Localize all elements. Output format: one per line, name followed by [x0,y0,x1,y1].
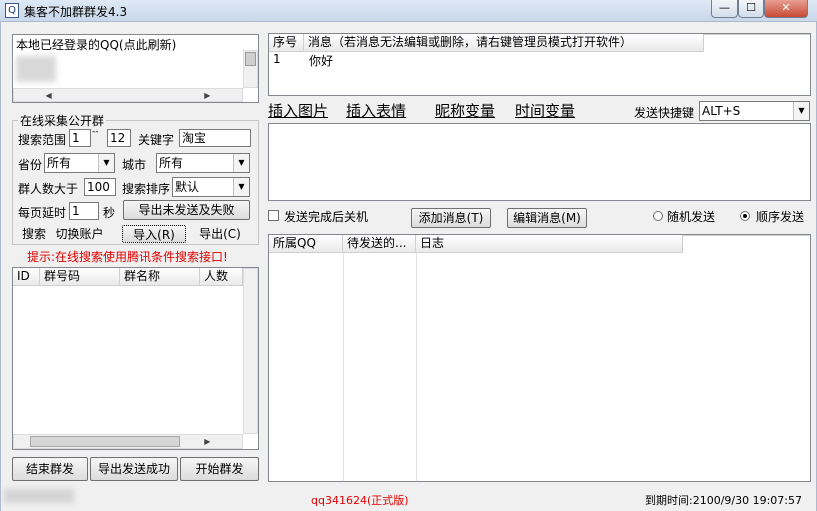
random-send-radio[interactable] [653,211,663,221]
export-success-button[interactable]: 导出发送成功 [90,457,178,481]
chevron-down-icon[interactable]: ▼ [793,102,809,120]
insert-image-link[interactable]: 插入图片 [268,100,328,121]
radio-dot [743,214,747,218]
log-col-qq[interactable]: 所属QQ [269,235,343,253]
msg-col-index[interactable]: 序号 [269,34,304,52]
shutdown-checkbox[interactable] [268,210,279,221]
start-send-button[interactable]: 开始群发 [180,457,259,481]
import-button[interactable]: 导入(R) [122,225,186,243]
switch-account-button[interactable]: 切换账户 [53,225,106,243]
hotkey-label: 发送快捷键 [634,106,695,120]
sequence-send-label[interactable]: 顺序发送 [756,208,804,225]
keyword-label: 关键字 [138,133,175,147]
province-label: 省份 [18,158,43,172]
log-table[interactable] [268,234,811,482]
time-var-link[interactable]: 时间变量 [515,100,575,121]
range-from-input[interactable]: 1 [69,129,91,147]
random-send-label[interactable]: 随机发送 [667,208,715,225]
shutdown-label[interactable]: 发送完成后关机 [284,208,368,225]
keyword-input[interactable]: 淘宝 [179,129,251,147]
sort-select[interactable]: 默认 ▼ [172,177,250,197]
log-col-pending[interactable]: 待发送的... [343,235,416,253]
hotkey-value: ALT+S [702,104,741,118]
log-col-divider [416,253,417,481]
version-label: qq341624(正式版) [311,494,409,507]
city-value: 所有 [159,156,184,170]
log-col-divider [343,253,344,481]
range-to-input[interactable]: 12 [107,129,131,147]
logged-in-qq-label[interactable]: 本地已经登录的QQ(点此刷新) [16,36,176,53]
end-send-button[interactable]: 结束群发 [12,457,88,481]
group-col-id[interactable]: ID [13,268,40,286]
chevron-down-icon[interactable]: ▼ [233,154,249,172]
search-button[interactable]: 搜索 [20,225,48,243]
search-hint: 提示:在线搜索使用腾讯条件搜索接口! [27,250,228,264]
expire-label: 到期时间:2100/9/30 19:07:57 [645,494,803,507]
sequence-send-radio[interactable] [740,211,750,221]
sort-value: 默认 [175,180,200,194]
log-col-log[interactable]: 日志 [416,235,683,253]
window-title: 集客不加群群发4.3 [24,5,128,19]
province-select[interactable]: 所有 ▼ [44,153,115,173]
message-editor[interactable] [268,123,811,201]
members-label: 群人数大于 [18,182,79,196]
msg-col-message[interactable]: 消息（若消息无法编辑或删除，请右键管理员模式打开软件） [304,34,704,52]
app-icon: Q [5,3,19,18]
chevron-down-icon[interactable]: ▼ [233,178,249,196]
city-select[interactable]: 所有 ▼ [156,153,250,173]
nickname-var-link[interactable]: 昵称变量 [435,100,495,121]
sort-label: 搜索排序 [122,182,171,196]
export-unsent-button[interactable]: 导出未发送及失败 [123,200,250,220]
chevron-down-icon[interactable]: ▼ [98,154,114,172]
delay-unit: 秒 [103,206,116,220]
range-separator: -- [92,127,99,137]
search-range-label: 搜索范围 [18,133,67,147]
city-label: 城市 [122,158,147,172]
group-col-count[interactable]: 人数 [200,268,243,286]
blurred-avatar [16,56,56,82]
members-input[interactable]: 100 [84,178,116,196]
group-table-hscroll-thumb[interactable] [30,436,180,447]
close-button[interactable]: ✕ [764,0,808,18]
edit-message-button[interactable]: 编辑消息(M) [507,208,587,228]
hotkey-select[interactable]: ALT+S ▼ [699,101,810,121]
group-col-name[interactable]: 群名称 [120,268,200,286]
delay-label: 每页延时 [18,206,67,220]
group-col-number[interactable]: 群号码 [40,268,120,286]
login-list-hscroll[interactable]: ◀ ▶ [13,88,243,102]
minimize-button[interactable]: — [711,0,738,18]
delay-input[interactable]: 1 [69,202,99,220]
msg-row-index[interactable]: 1 [273,52,281,66]
group-table[interactable] [12,267,259,450]
msg-col-blank [704,34,810,35]
group-table-vscroll[interactable] [243,268,258,434]
province-value: 所有 [47,156,72,170]
insert-emoji-link[interactable]: 插入表情 [346,100,406,121]
maximize-button[interactable]: ☐ [738,0,764,18]
login-list-vscroll-thumb[interactable] [245,52,256,66]
log-col-blank [683,235,810,236]
blurred-status-text [4,489,74,503]
msg-row-message[interactable]: 你好 [309,52,333,69]
export-button[interactable]: 导出(C) [196,225,244,243]
add-message-button[interactable]: 添加消息(T) [411,208,491,228]
